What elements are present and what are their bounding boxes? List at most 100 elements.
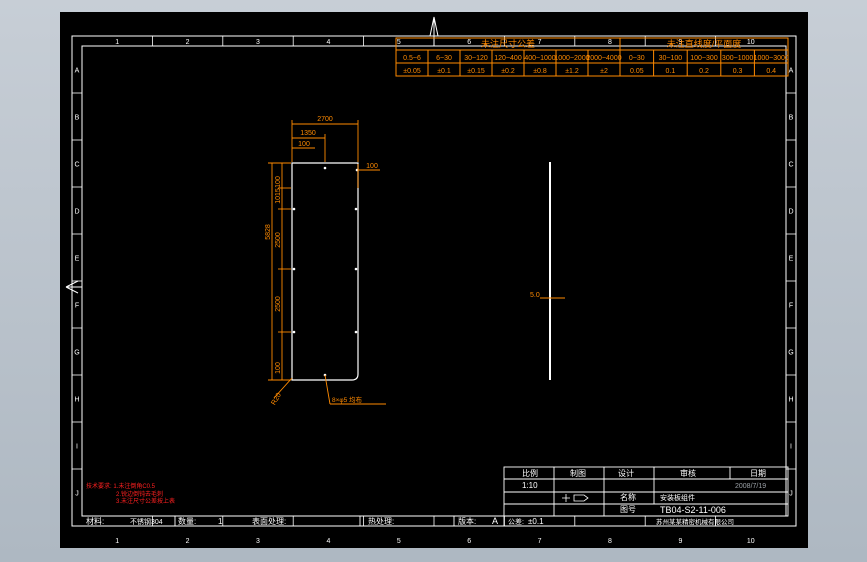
zone-row-right-J: J xyxy=(789,491,793,498)
zone-col-bottom-1: 1 xyxy=(115,538,119,545)
zone-row-left-D: D xyxy=(74,209,79,216)
version-value: A xyxy=(492,516,498,526)
tol-right-value-0: 0.05 xyxy=(630,68,644,75)
dim-radius: R20 xyxy=(270,392,283,407)
tol-right-range-1: 30~100 xyxy=(659,55,683,62)
zone-row-right-H: H xyxy=(788,397,793,404)
side-thickness: 5.0 xyxy=(530,292,540,299)
tol-left-range-2: 30~120 xyxy=(464,55,488,62)
drawing-number: TB04-S2-11-006 xyxy=(660,505,726,515)
zone-col-bottom-2: 2 xyxy=(186,538,190,545)
zone-row-right-I: I xyxy=(790,444,792,451)
zone-row-left-F: F xyxy=(75,303,79,310)
zone-col-bottom-3: 3 xyxy=(256,538,260,545)
zone-row-right-G: G xyxy=(788,350,793,357)
tol-left-value-6: ±2 xyxy=(600,68,608,75)
zone-col-bottom-4: 4 xyxy=(326,538,330,545)
outer-border xyxy=(71,35,797,527)
name-label: 名称 xyxy=(620,492,636,502)
tol-right-range-0: 0~30 xyxy=(629,55,645,62)
zone-col-top-10: 10 xyxy=(747,39,755,46)
drawn-label: 制图 xyxy=(570,468,586,478)
surface-label: 表面处理: xyxy=(252,516,286,526)
dim-100-vert-top: 100 xyxy=(275,176,282,188)
holes xyxy=(292,166,359,377)
zone-row-left-A: A xyxy=(75,68,80,75)
zone-row-left-G: G xyxy=(74,350,79,357)
dim-100-top: 100 xyxy=(298,141,310,148)
zone-row-left-I: I xyxy=(76,444,78,451)
version-label: 版本: xyxy=(458,516,476,526)
dim-1015: 1015 xyxy=(275,188,282,204)
tol-value: ±0.1 xyxy=(528,517,544,526)
cad-canvas: 1122334455667788991010 A AB BC CD DE EF FG GH HI… xyxy=(65,16,797,545)
material-value: 不锈钢304 xyxy=(130,517,163,526)
tol-left-range-1: 6~30 xyxy=(436,55,452,62)
note-2: 2.锐边倒钝去毛刺 xyxy=(116,490,163,498)
zone-col-top-5: 5 xyxy=(397,39,401,46)
tol-label: 公差: xyxy=(508,517,524,526)
tol-right-value-1: 0.1 xyxy=(666,68,676,75)
qty-label: 数量: xyxy=(178,516,196,526)
note-3: 3.未注尺寸公差按上表 xyxy=(116,497,175,505)
tol-left-header: 未注尺寸公差 xyxy=(481,38,535,49)
tol-right-value-3: 0.3 xyxy=(733,68,743,75)
tol-left-value-5: ±1.2 xyxy=(565,68,579,75)
inner-border xyxy=(81,45,787,517)
zone-row-left-C: C xyxy=(74,162,79,169)
dim-100-vert-bot: 100 xyxy=(275,362,282,374)
hole-note: 8×φ5 均布 xyxy=(332,395,363,404)
drawing-sheet: 1 1 2 2 3 3 4 4 5 5 6 6 7 7 8 8 9 9 10 10 AABBCCDDEEFFGGHHI… xyxy=(60,12,808,548)
zone-column-labels: 1122334455667788991010 xyxy=(115,36,755,545)
tol-left-range-0: 0.5~6 xyxy=(403,55,421,62)
tol-right-value-2: 0.2 xyxy=(699,68,709,75)
company-name: 苏州某某精密机械有限公司 xyxy=(656,517,734,526)
zone-col-bottom-9: 9 xyxy=(678,538,682,545)
tol-right-value-4: 0.4 xyxy=(766,68,776,75)
tol-left-value-2: ±0.15 xyxy=(467,68,485,75)
zone-col-top-7: 7 xyxy=(538,39,542,46)
zone-row-left-E: E xyxy=(75,256,80,263)
zone-col-top-2: 2 xyxy=(186,39,190,46)
zone-row-right-B: B xyxy=(789,115,794,122)
zone-col-top-3: 3 xyxy=(256,39,260,46)
zone-row-right-C: C xyxy=(788,162,793,169)
note-1: 技术要求: 1.未注倒角C0.5 xyxy=(86,482,156,490)
check-label: 审核 xyxy=(680,468,696,478)
tol-right-range-4: 1000~3000 xyxy=(754,55,789,62)
dim-2500-a: 2500 xyxy=(275,232,282,248)
projection-symbol-icon xyxy=(562,494,589,502)
front-view xyxy=(291,162,359,381)
zone-col-bottom-10: 10 xyxy=(747,538,755,545)
tol-right-header: 未注直线度/平面度 xyxy=(667,38,742,49)
heat-label: 热处理: xyxy=(368,516,394,526)
dim-100-right: 100 xyxy=(366,163,378,170)
zone-col-bottom-8: 8 xyxy=(608,538,612,545)
date-label: 日期 xyxy=(750,469,766,478)
tol-left-value-3: ±0.2 xyxy=(501,68,515,75)
tol-left-value-4: ±0.8 xyxy=(533,68,547,75)
material-label: 材料: xyxy=(86,516,104,526)
zone-col-bottom-6: 6 xyxy=(467,538,471,545)
zone-col-bottom-7: 7 xyxy=(538,538,542,545)
zone-col-bottom-5: 5 xyxy=(397,538,401,545)
zone-row-right-D: D xyxy=(788,209,793,216)
zone-row-left-H: H xyxy=(74,397,79,404)
dim-2700: 2700 xyxy=(317,116,333,123)
plate-outline xyxy=(291,162,359,381)
design-label: 设计 xyxy=(618,468,634,478)
part-name: 安装板组件 xyxy=(660,493,695,502)
dim-5828: 5828 xyxy=(265,224,272,240)
zone-row-left-B: B xyxy=(75,115,80,122)
tol-left-value-1: ±0.1 xyxy=(437,68,451,75)
dim-1350: 1350 xyxy=(300,130,316,137)
zone-row-right-E: E xyxy=(789,256,794,263)
qty-value: 1 xyxy=(218,517,223,526)
tol-left-range-3: 120~400 xyxy=(494,55,522,62)
tol-right-range-3: 300~1000 xyxy=(722,55,753,62)
drawing-no-label: 图号 xyxy=(620,505,636,514)
tol-left-range-4: 400~1000 xyxy=(524,55,555,62)
zone-row-right-A: A xyxy=(789,68,794,75)
date-value: 2008/7/19 xyxy=(735,483,766,490)
scale-label: 比例 xyxy=(522,468,538,478)
